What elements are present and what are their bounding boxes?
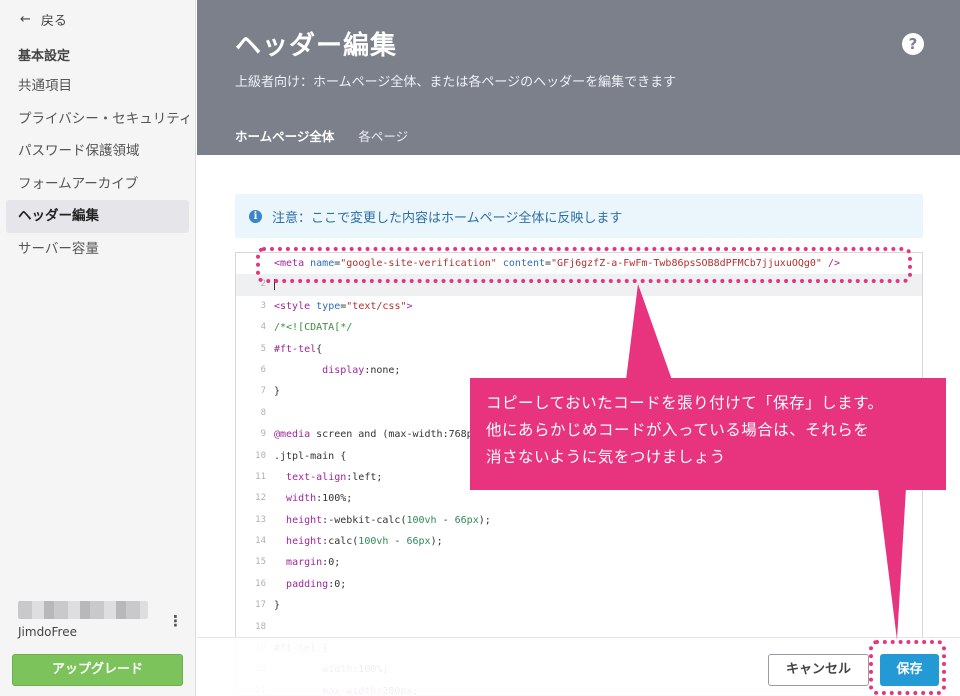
line-number: 9 bbox=[260, 429, 266, 440]
blurred-account-name bbox=[18, 601, 148, 619]
code-text: margin:0; bbox=[286, 557, 341, 569]
code-line: 16 padding:0; bbox=[236, 574, 922, 595]
line-number: 18 bbox=[255, 621, 266, 632]
page-header: ヘッダー編集 上級者向け：ホームページ全体、または各ページのヘッダーを編集できま… bbox=[197, 0, 960, 161]
code-line: 3 <style type="text/css"> bbox=[236, 296, 922, 317]
line-number: 8 bbox=[260, 407, 266, 418]
code-text: width:100%; bbox=[286, 493, 353, 505]
upgrade-button[interactable]: アップグレード bbox=[12, 654, 183, 686]
callout-line: 他にあらかじめコードが入っている場合は、それらを bbox=[486, 421, 870, 439]
code-text: text-align:left; bbox=[286, 471, 383, 483]
arrow-left-icon: ← bbox=[20, 12, 31, 27]
line-number: 11 bbox=[255, 471, 266, 482]
line-number: 4 bbox=[260, 322, 266, 333]
code-text: display:none; bbox=[322, 364, 401, 376]
code-text: } bbox=[274, 386, 281, 398]
sidebar-item[interactable]: フォームアーカイブ bbox=[6, 168, 189, 201]
code-line: 12 width:100%; bbox=[236, 488, 922, 509]
code-line: 14 height:calc(100vh - 66px); bbox=[236, 531, 922, 552]
notice-text: 注意：ここで変更した内容はホームページ全体に反映します bbox=[272, 210, 623, 226]
back-label: 戻る bbox=[40, 14, 67, 29]
code-line: 18 bbox=[236, 617, 922, 638]
code-line: 5 #ft-tel{ bbox=[236, 339, 922, 360]
action-bar: キャンセル 保存 bbox=[197, 637, 960, 696]
line-number: 3 bbox=[260, 300, 266, 311]
sidebar-menu: 共通項目 プライバシー・セキュリティ パスワード保護領域 フォームアーカイブ ヘッダー編… bbox=[6, 70, 189, 266]
line-number: 10 bbox=[255, 450, 266, 461]
callout-line: コピーしておいたコードを張り付けて「保存」します。 bbox=[486, 394, 884, 412]
help-icon[interactable]: ? bbox=[902, 33, 924, 55]
notice-banner: i 注意：ここで変更した内容はホームページ全体に反映します bbox=[235, 194, 923, 238]
sidebar: ← 戻る 基本設定 共通項目 プライバシー・セキュリティ パスワード保護領域 フォーム… bbox=[0, 0, 196, 696]
more-options-icon[interactable]: ⋮ bbox=[168, 612, 183, 630]
line-number: 7 bbox=[260, 386, 266, 397]
line-number: 5 bbox=[260, 343, 266, 354]
line-number: 16 bbox=[255, 578, 266, 589]
callout-line: 消さないように気をつけましょう bbox=[486, 448, 726, 466]
callout-box: コピーしておいたコードを張り付けて「保存」します。 他にあらかじめコードが入ってい… bbox=[470, 378, 946, 490]
code-text: } bbox=[274, 600, 281, 612]
highlight-meta-line bbox=[256, 247, 912, 283]
sidebar-heading: 基本設定 bbox=[18, 49, 71, 64]
page-title: ヘッダー編集 bbox=[235, 31, 398, 61]
info-icon: i bbox=[249, 209, 262, 223]
cancel-button[interactable]: キャンセル bbox=[768, 654, 869, 686]
line-number: 12 bbox=[255, 493, 266, 504]
sidebar-item[interactable]: 共通項目 bbox=[6, 70, 189, 103]
code-line: 13 height:-webkit-calc(100vh - 66px); bbox=[236, 510, 922, 531]
sidebar-item[interactable]: プライバシー・セキュリティ bbox=[6, 103, 189, 136]
sidebar-item[interactable]: パスワード保護領域 bbox=[6, 135, 189, 168]
code-line: 15 margin:0; bbox=[236, 552, 922, 573]
code-text: height:-webkit-calc(100vh - 66px); bbox=[286, 514, 491, 526]
line-number: 6 bbox=[260, 364, 266, 375]
code-text: .jtpl-main { bbox=[274, 450, 347, 462]
sidebar-item[interactable]: ヘッダー編集 bbox=[6, 200, 189, 233]
code-text: /*<![CDATA[*/ bbox=[274, 322, 353, 334]
code-text: <style type="text/css"> bbox=[274, 300, 413, 312]
sidebar-item[interactable]: サーバー容量 bbox=[6, 233, 189, 266]
code-text: @media screen and (max-width:768px){ bbox=[274, 429, 491, 441]
code-line: 17} bbox=[236, 595, 922, 616]
code-line: 4 /*<![CDATA[*/ bbox=[236, 317, 922, 338]
account-info: JimdoFree bbox=[18, 601, 188, 639]
code-text: #ft-tel{ bbox=[274, 343, 323, 355]
line-number: 13 bbox=[255, 514, 266, 525]
highlight-save-button bbox=[869, 640, 946, 695]
code-text: height:calc(100vh - 66px); bbox=[286, 536, 443, 548]
line-number: 15 bbox=[255, 557, 266, 568]
code-text: padding:0; bbox=[286, 578, 347, 590]
line-number: 14 bbox=[255, 536, 266, 547]
page-subtitle: 上級者向け：ホームページ全体、または各ページのヘッダーを編集できます bbox=[235, 75, 677, 90]
line-number: 17 bbox=[255, 600, 266, 611]
account-plan: JimdoFree bbox=[18, 625, 77, 639]
back-link[interactable]: ← 戻る bbox=[20, 10, 67, 29]
